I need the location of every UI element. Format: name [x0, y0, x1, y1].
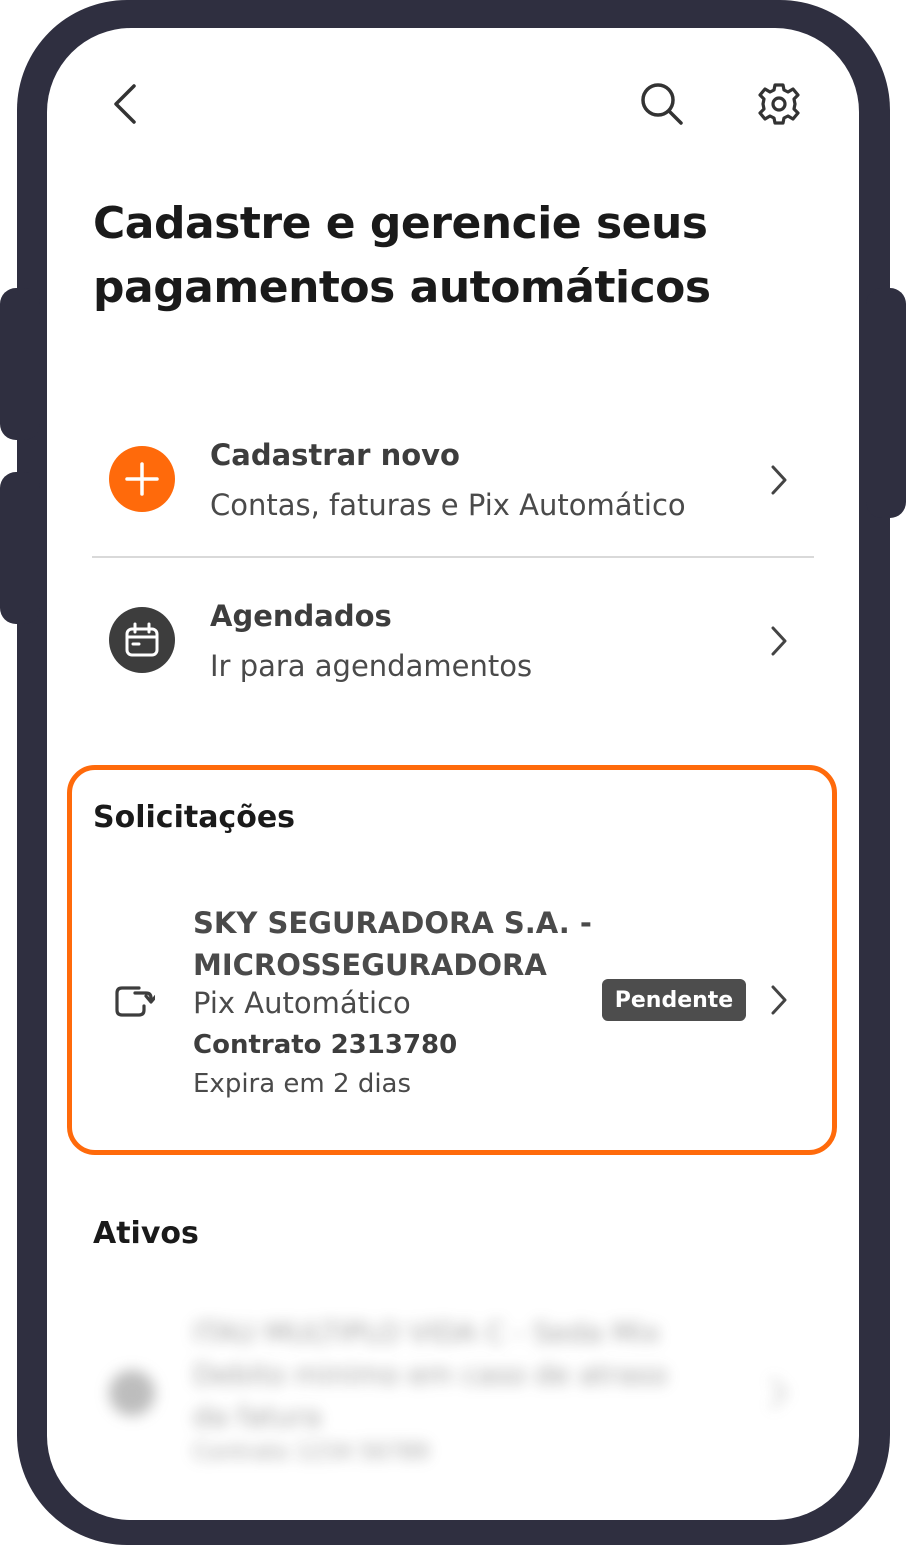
chevron-right-icon — [771, 465, 787, 495]
request-expiration: Expira em 2 dias — [193, 1069, 412, 1099]
menu-item-cadastrar-novo[interactable]: Cadastrar novo Contas, faturas e Pix Aut… — [93, 424, 813, 544]
request-company-name: SKY SEGURADORA S.A. - MICROSSEGURADORA — [193, 906, 592, 982]
repeat-payment-icon — [115, 986, 155, 1017]
menu-item-subtitle: Contas, faturas e Pix Automático — [210, 488, 686, 522]
active-item-description-cont: da fatura — [193, 1400, 322, 1433]
request-payment-type: Pix Automático — [193, 986, 411, 1020]
plus-icon — [125, 462, 159, 496]
active-item[interactable]: ITAU MULTIPLO VIDA C - Seda Mix Debito m… — [47, 1308, 859, 1508]
chevron-right-icon — [771, 1378, 787, 1408]
request-contract: Contrato 2313780 — [193, 1030, 458, 1060]
app-screen: Cadastre e gerencie seus pagamentos auto… — [47, 28, 859, 1520]
search-button[interactable] — [634, 76, 690, 132]
menu-item-subtitle: Ir para agendamentos — [210, 649, 533, 683]
divider — [92, 556, 814, 558]
section-title-requests: Solicitações — [93, 800, 296, 835]
chevron-right-icon — [771, 985, 787, 1015]
settings-button[interactable] — [751, 76, 807, 132]
calendar-icon-circle — [109, 607, 175, 673]
menu-item-title: Agendados — [210, 599, 392, 633]
back-button[interactable] — [97, 76, 153, 132]
volume-down-button — [0, 472, 40, 624]
chevron-right-icon — [771, 626, 787, 656]
add-icon-circle — [109, 446, 175, 512]
menu-item-agendados[interactable]: Agendados Ir para agendamentos — [93, 585, 813, 705]
section-title-active: Ativos — [93, 1216, 199, 1251]
active-item-title: ITAU MULTIPLO VIDA C - Seda Mix — [193, 1316, 661, 1349]
status-badge: Pendente — [602, 979, 746, 1021]
calendar-icon — [125, 622, 159, 657]
page-title: Cadastre e gerencie seus pagamentos auto… — [93, 198, 711, 313]
power-button — [866, 288, 906, 518]
search-icon — [641, 83, 683, 125]
menu-item-title: Cadastrar novo — [210, 438, 460, 472]
active-item-description: Debito minimo em caso de atraso — [193, 1358, 668, 1391]
chevron-left-icon — [114, 84, 136, 124]
active-item-icon — [109, 1370, 155, 1416]
gear-icon — [758, 83, 800, 125]
active-item-contract: Contrato 1234 56789 — [193, 1440, 429, 1465]
volume-up-button — [0, 288, 40, 440]
